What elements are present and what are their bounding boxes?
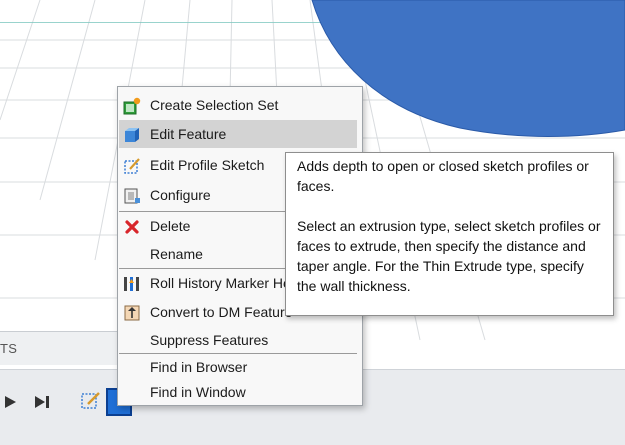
menu-item-label: Edit Feature xyxy=(150,126,227,142)
menu-item-label: Suppress Features xyxy=(150,332,269,348)
menu-item-label: Roll History Marker He xyxy=(150,275,291,291)
menu-item-label: Edit Profile Sketch xyxy=(150,157,265,173)
play-icon[interactable] xyxy=(3,394,19,414)
menu-item-edit-feature[interactable]: Edit Feature xyxy=(119,120,357,148)
timeline-sketch-icon[interactable] xyxy=(80,390,102,412)
menu-item-label: Convert to DM Feature xyxy=(150,304,293,320)
menu-item-label: Create Selection Set xyxy=(150,97,279,113)
profile-sketch-icon xyxy=(123,156,141,174)
configure-icon xyxy=(123,186,141,204)
menu-item-label: Find in Browser xyxy=(150,359,248,375)
menu-item-suppress-features[interactable]: Suppress Features xyxy=(119,326,357,354)
convert-dm-feature-icon xyxy=(123,303,141,321)
roll-history-marker-icon xyxy=(123,274,141,292)
delete-x-icon xyxy=(123,217,141,235)
browser-panel-label: TS xyxy=(0,341,18,356)
extrude-feature-icon xyxy=(123,125,141,143)
selection-set-icon xyxy=(123,96,141,115)
tooltip-details: Select an extrusion type, select sketch … xyxy=(297,218,601,294)
menu-item-find-in-browser[interactable]: Find in Browser xyxy=(119,353,357,381)
browser-panel-header: TS xyxy=(0,331,131,365)
tooltip-summary: Adds depth to open or closed sketch prof… xyxy=(297,158,589,194)
menu-item-create-selection-set[interactable]: Create Selection Set xyxy=(119,91,357,119)
menu-item-find-in-window[interactable]: Find in Window xyxy=(119,378,357,406)
menu-item-label: Find in Window xyxy=(150,384,246,400)
skip-to-end-icon[interactable] xyxy=(34,394,50,414)
feature-tooltip: Adds depth to open or closed sketch prof… xyxy=(285,152,614,316)
menu-item-label: Rename xyxy=(150,246,203,262)
menu-item-label: Delete xyxy=(150,218,191,234)
menu-item-label: Configure xyxy=(150,187,211,203)
